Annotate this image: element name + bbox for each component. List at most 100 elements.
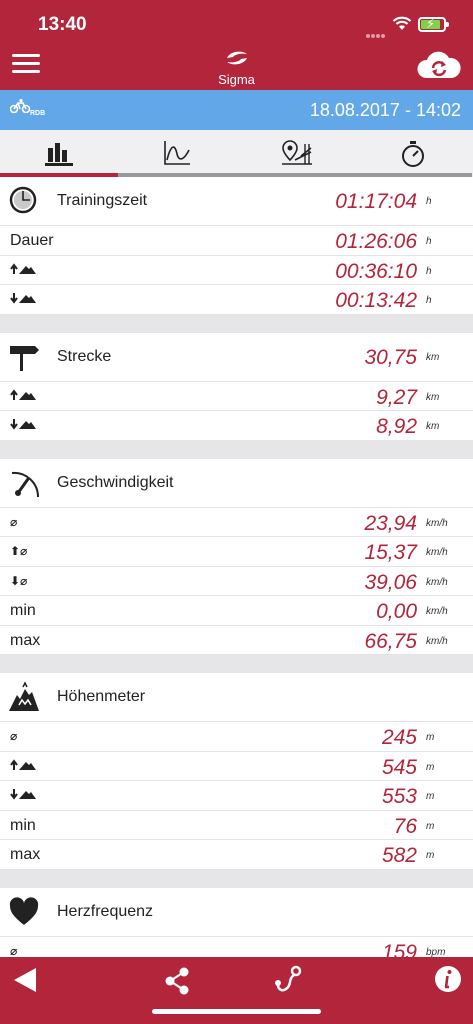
row-unit: m: [426, 850, 435, 861]
downhill-average-icon: ⬇⌀: [10, 573, 28, 588]
row-label: min: [10, 816, 36, 834]
section-header: Höhenmeter: [0, 673, 473, 722]
stat-row: ⬆⌀ 15,37 km/h: [0, 537, 473, 567]
tab-summary[interactable]: [0, 130, 118, 177]
stat-row: 9,27 km: [0, 381, 473, 411]
info-icon[interactable]: [434, 965, 462, 993]
stat-row: max 582 m: [0, 840, 473, 870]
row-value: 00:36:10: [335, 259, 417, 283]
wifi-icon: [392, 16, 412, 30]
line-graph-icon: [164, 141, 190, 165]
stat-row: ⌀ 245 m: [0, 722, 473, 752]
section-unit: h: [426, 196, 432, 207]
section-title: Herzfrequenz: [57, 902, 154, 920]
downhill-icon: [10, 419, 36, 430]
nav-title: Sigma: [218, 72, 255, 87]
sigma-logo: [227, 51, 247, 65]
row-unit: m: [426, 820, 435, 832]
row-value: 0,00: [376, 600, 417, 623]
activity-info-bar: RDB 18.08.2017 - 14:02: [0, 90, 473, 130]
section-title: Höhenmeter: [57, 688, 146, 705]
uphill-icon: [10, 262, 36, 274]
row-value: 66,75: [364, 629, 417, 653]
average-icon: ⌀: [10, 514, 18, 529]
bar-chart-icon: [45, 143, 73, 166]
stat-row: ⬇⌀ 39,06 km/h: [0, 566, 473, 596]
section-divider: [0, 314, 473, 333]
row-value: 00:13:42: [335, 289, 417, 312]
section-header: Trainingszeit 01:17:04 h: [0, 177, 473, 226]
section-header: Strecke 30,75 km: [0, 332, 473, 382]
row-unit: km/h: [426, 576, 448, 588]
section-unit: km: [426, 351, 440, 363]
stats-list[interactable]: Trainingszeit 01:17:04 h Dauer 01:26:06 …: [0, 177, 473, 957]
row-unit: km: [426, 421, 440, 432]
uphill-icon: [10, 388, 36, 400]
row-unit: km/h: [426, 635, 448, 647]
uphill-icon: [10, 758, 36, 770]
speedometer-icon: [11, 471, 40, 497]
stat-row: 00:13:42 h: [0, 285, 473, 315]
map-route-icon: [282, 140, 312, 165]
row-unit: h: [426, 265, 432, 277]
clock-icon: [9, 186, 37, 214]
tab-bar: [0, 130, 473, 177]
row-unit: km: [426, 391, 440, 403]
row-unit: m: [426, 732, 435, 743]
stopwatch-icon: [402, 141, 424, 167]
nav-bar: Sigma: [0, 48, 473, 90]
battery-icon: ⚡: [418, 16, 449, 32]
cloud-sync-icon[interactable]: [416, 50, 462, 80]
row-label: max: [10, 631, 41, 649]
section-divider: [0, 440, 473, 459]
section-title: Strecke: [57, 347, 112, 365]
downhill-icon: [10, 789, 36, 800]
row-value: 545: [381, 755, 417, 779]
stat-row: max 66,75 km/h: [0, 625, 473, 655]
stat-row: 553 m: [0, 781, 473, 811]
row-value: 159: [381, 940, 417, 958]
uphill-average-icon: ⬆⌀: [10, 544, 28, 558]
row-unit: km/h: [426, 606, 448, 617]
row-value: 39,06: [364, 570, 417, 594]
stat-row: min 0,00 km/h: [0, 596, 473, 626]
section-title: Trainingszeit: [57, 192, 148, 209]
section-header: Herzfrequenz: [0, 887, 473, 937]
row-unit: h: [426, 236, 432, 247]
row-value: 23,94: [364, 511, 417, 535]
stat-row: Dauer 01:26:06 h: [0, 226, 473, 256]
tab-map[interactable]: [236, 130, 354, 177]
home-indicator[interactable]: [152, 1009, 321, 1014]
row-label: min: [10, 602, 36, 619]
stat-row: 8,92 km: [0, 411, 473, 441]
stat-row: 545 m: [0, 751, 473, 781]
row-unit: m: [426, 761, 435, 773]
row-value: 76: [393, 814, 417, 838]
section-value: 30,75: [364, 345, 417, 369]
row-unit: km/h: [426, 517, 448, 529]
row-value: 553: [381, 785, 417, 808]
row-value: 01:26:06: [335, 230, 417, 253]
row-value: 9,27: [376, 385, 417, 409]
row-unit: bpm: [426, 946, 446, 958]
stat-row: min 76 m: [0, 810, 473, 840]
heart-icon: [9, 896, 39, 925]
stat-row: 00:36:10 h: [0, 255, 473, 285]
section-divider: [0, 869, 473, 888]
stat-row: ⌀ 159 bpm: [0, 936, 473, 958]
signal-icon: [366, 25, 388, 38]
section-header: Geschwindigkeit: [0, 458, 473, 508]
row-unit: km/h: [426, 547, 448, 558]
tab-laps[interactable]: [354, 130, 472, 177]
back-icon[interactable]: [12, 967, 38, 993]
row-label: max: [10, 846, 41, 863]
row-value: 15,37: [364, 541, 417, 564]
tab-graph[interactable]: [118, 130, 236, 177]
route-icon[interactable]: [274, 965, 304, 995]
status-time: 13:40: [38, 14, 87, 35]
share-icon[interactable]: [164, 967, 190, 995]
row-unit: h: [426, 295, 432, 306]
activity-datetime: 18.08.2017 - 14:02: [309, 100, 461, 120]
stat-row: ⌀ 23,94 km/h: [0, 507, 473, 537]
row-value: 8,92: [376, 415, 417, 438]
